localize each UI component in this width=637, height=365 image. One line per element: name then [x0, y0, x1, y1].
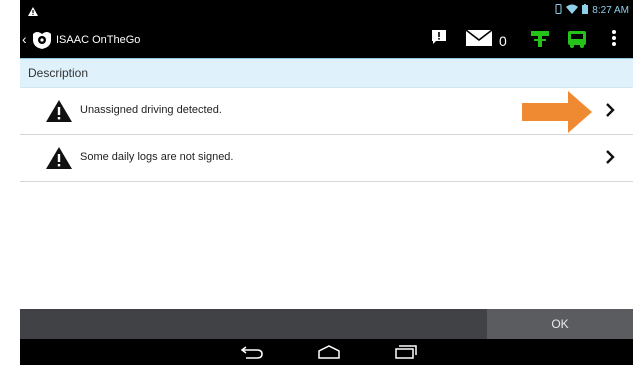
status-bar: 8:27 AM: [20, 0, 633, 22]
wifi-icon: [566, 4, 579, 17]
app-title: ISAAC OnTheGo: [56, 34, 141, 46]
vibrate-icon: [555, 4, 562, 17]
list-item-label: Unassigned driving detected.: [80, 104, 222, 116]
column-header: Description: [20, 58, 633, 88]
warning-icon: [46, 147, 72, 174]
list-item-label: Some daily logs are not signed.: [80, 151, 234, 163]
messages-button[interactable]: 0: [465, 29, 507, 52]
overflow-menu-icon[interactable]: [611, 29, 617, 47]
status-icons: 8:27 AM: [555, 4, 629, 17]
chevron-right-icon[interactable]: [605, 102, 615, 123]
ok-button[interactable]: OK: [487, 309, 633, 339]
alert-icon[interactable]: [431, 29, 447, 45]
up-caret-icon[interactable]: ‹: [22, 31, 27, 47]
app-action-bar: ‹ ISAAC OnTheGo 0: [20, 22, 633, 58]
warning-notification-icon: [28, 3, 38, 21]
signpost-icon[interactable]: [530, 29, 550, 47]
warning-icon: [46, 100, 72, 127]
orange-arrow-callout: [522, 91, 592, 138]
truck-icon[interactable]: [567, 29, 587, 49]
clock: 8:27 AM: [592, 5, 629, 16]
recents-icon[interactable]: [394, 345, 418, 364]
home-icon[interactable]: [317, 345, 341, 364]
system-navigation-bar: [20, 339, 633, 365]
app-logo-icon[interactable]: [31, 30, 53, 55]
back-icon[interactable]: [240, 345, 264, 364]
bottom-action-bar: OK: [20, 309, 633, 339]
list-item[interactable]: Some daily logs are not signed.: [20, 135, 633, 182]
mail-icon: [465, 29, 493, 52]
tablet-screen: 8:27 AM ‹ ISAAC OnTheGo 0 Description Un…: [20, 0, 633, 365]
notification-list-panel: Description Unassigned driving detected.…: [20, 58, 633, 309]
battery-icon: [582, 4, 589, 17]
list-item[interactable]: Unassigned driving detected.: [20, 88, 633, 135]
message-count: 0: [499, 32, 507, 49]
chevron-right-icon[interactable]: [605, 149, 615, 170]
